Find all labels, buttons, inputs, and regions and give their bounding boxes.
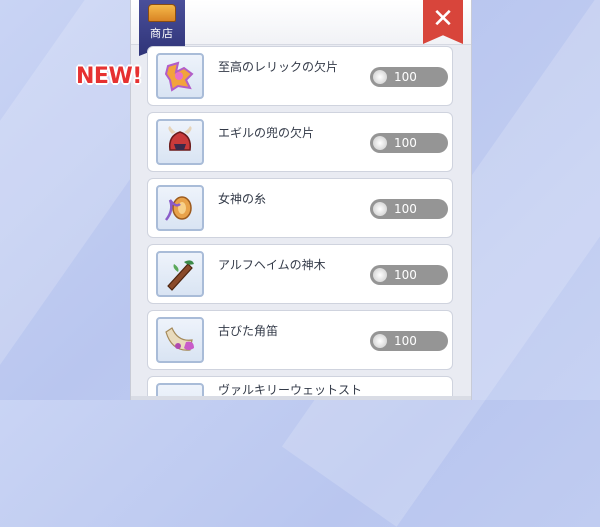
horn-icon	[165, 327, 194, 351]
shop-item[interactable]: 古びた角笛 100	[147, 310, 453, 370]
item-name: エギルの兜の欠片	[218, 126, 315, 140]
item-icon-frame	[156, 317, 204, 363]
thread-spool-icon	[165, 196, 192, 221]
coin-icon	[373, 268, 387, 282]
price-button[interactable]: 100	[370, 133, 448, 153]
item-icon-frame	[156, 119, 204, 165]
panel-bottom-edge	[131, 396, 471, 400]
coin-icon	[373, 70, 387, 84]
price-button[interactable]: 100	[370, 265, 448, 285]
item-name: 至高のレリックの欠片	[218, 60, 339, 74]
price-amount: 100	[394, 136, 417, 150]
price-amount: 100	[394, 334, 417, 348]
shop-item[interactable]: 至高のレリックの欠片 100	[147, 46, 453, 106]
shop-item[interactable]: 女神の糸 100	[147, 178, 453, 238]
item-name: 女神の糸	[218, 192, 267, 206]
new-badge: NEW!	[76, 64, 142, 89]
coin-icon	[373, 202, 387, 216]
sacred-wood-icon	[167, 260, 194, 291]
price-button[interactable]: 100	[370, 331, 448, 351]
price-button[interactable]: 100	[370, 199, 448, 219]
item-icon-frame	[156, 185, 204, 231]
price-button[interactable]: 100	[370, 67, 448, 87]
relic-fragment-icon	[164, 61, 194, 92]
item-name: 古びた角笛	[218, 324, 279, 338]
shop-panel: 商店 ✕ 至高のレリックの欠片 100 エギルの兜の欠片 100 女神の糸 10…	[130, 0, 472, 400]
item-name: アルフヘイムの神木	[218, 258, 326, 272]
item-icon-frame	[156, 251, 204, 297]
helmet-fragment-icon	[168, 126, 192, 151]
shop-item[interactable]: エギルの兜の欠片 100	[147, 112, 453, 172]
shop-item[interactable]: アルフヘイムの神木 100	[147, 244, 453, 304]
coin-icon	[373, 334, 387, 348]
shop-tab-label: 商店	[150, 27, 174, 40]
price-amount: 100	[394, 70, 417, 84]
item-icon-frame	[156, 53, 204, 99]
treasure-chest-icon	[148, 4, 176, 22]
price-amount: 100	[394, 202, 417, 216]
coin-icon	[373, 136, 387, 150]
price-amount: 100	[394, 268, 417, 282]
